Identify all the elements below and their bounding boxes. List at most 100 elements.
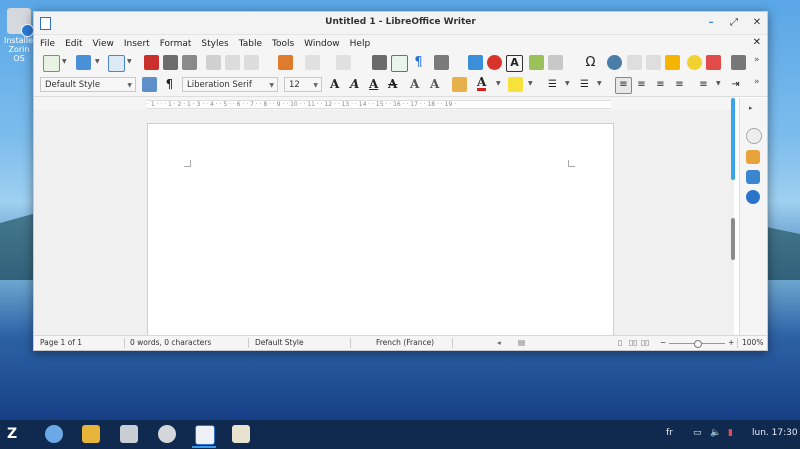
new-document-icon[interactable]: [43, 55, 60, 72]
menu-tools[interactable]: Tools: [267, 36, 299, 53]
superscript-icon[interactable]: A: [410, 77, 419, 91]
text-box-icon[interactable]: A: [506, 55, 523, 72]
document-modified-icon[interactable]: ▤: [518, 336, 525, 350]
justify-icon[interactable]: ≡: [672, 77, 687, 92]
endnote-icon[interactable]: [646, 55, 661, 70]
update-style-icon[interactable]: [142, 77, 157, 92]
numbered-dropdown-icon[interactable]: ▼: [597, 80, 602, 87]
zoom-slider-thumb[interactable]: [694, 340, 702, 348]
open-folder-icon[interactable]: [76, 55, 91, 70]
page-style[interactable]: Default Style: [255, 336, 304, 350]
numbered-list-icon[interactable]: ☰: [577, 77, 592, 92]
print-icon[interactable]: [163, 55, 178, 70]
copy-icon[interactable]: [225, 55, 240, 70]
insert-chart-icon[interactable]: [487, 55, 502, 70]
zoom-level[interactable]: 100%: [742, 336, 763, 350]
zorin-menu-icon[interactable]: Z: [7, 426, 17, 442]
bookmark-icon[interactable]: [665, 55, 680, 70]
menu-file[interactable]: File: [35, 36, 60, 53]
align-center-icon[interactable]: ≡: [634, 77, 649, 92]
zoom-slider[interactable]: [669, 340, 725, 348]
files-icon[interactable]: [120, 425, 138, 443]
clear-formatting-icon[interactable]: [452, 77, 467, 92]
subscript-icon[interactable]: A: [430, 77, 439, 91]
gallery-icon[interactable]: [746, 170, 760, 184]
vertical-scrollbar[interactable]: [731, 98, 737, 335]
redo-icon[interactable]: [336, 55, 351, 70]
word-count[interactable]: 0 words, 0 characters: [130, 336, 211, 350]
sidebar-menu-icon[interactable]: ▸: [749, 104, 753, 112]
document-page[interactable]: [147, 123, 614, 345]
special-character-icon[interactable]: Ω: [583, 55, 598, 70]
formatting-overflow-icon[interactable]: »: [754, 77, 760, 87]
insert-image-icon[interactable]: [468, 55, 483, 70]
insert-field-icon[interactable]: [548, 55, 563, 70]
new-dropdown-icon[interactable]: ▼: [62, 58, 67, 65]
save-icon[interactable]: [108, 55, 125, 72]
footnote-icon[interactable]: [627, 55, 642, 70]
settings-gear-icon[interactable]: [158, 425, 176, 443]
italic-icon[interactable]: A: [350, 77, 359, 91]
cut-icon[interactable]: [206, 55, 221, 70]
font-size-select[interactable]: 12 ▼: [284, 77, 322, 92]
menu-styles[interactable]: Styles: [196, 36, 233, 53]
writer-task-icon[interactable]: [195, 425, 215, 445]
highlight-dropdown-icon[interactable]: ▼: [528, 80, 533, 87]
multi-page-view-icon[interactable]: ▯▯: [629, 336, 637, 350]
mail-icon[interactable]: [82, 425, 100, 443]
font-color-icon[interactable]: A: [477, 76, 487, 91]
track-changes-icon[interactable]: [706, 55, 721, 70]
zoom-in-button[interactable]: +: [728, 336, 734, 350]
volume-icon[interactable]: 🔈: [710, 428, 721, 438]
bullet-dropdown-icon[interactable]: ▼: [565, 80, 570, 87]
notes-icon[interactable]: [232, 425, 250, 443]
bullet-list-icon[interactable]: ☰: [545, 77, 560, 92]
line-spacing-dropdown-icon[interactable]: ▼: [716, 80, 721, 87]
font-color-dropdown-icon[interactable]: ▼: [496, 80, 501, 87]
menu-help[interactable]: Help: [345, 36, 376, 53]
undo-icon[interactable]: [305, 55, 320, 70]
line-spacing-icon[interactable]: ≡: [696, 77, 711, 92]
align-right-icon[interactable]: ≡: [653, 77, 668, 92]
title-bar[interactable]: Untitled 1 - LibreOffice Writer – ⤢ ✕: [34, 12, 767, 35]
paste-icon[interactable]: [244, 55, 259, 70]
language-status[interactable]: French (France): [376, 336, 434, 350]
horizontal-ruler[interactable]: · 1 · · · 1 · 2 · 1 · 3 · · 4 · · 5 · · …: [34, 97, 734, 110]
scrollbar-thumb[interactable]: [731, 98, 735, 180]
font-name-select[interactable]: Liberation Serif ▼: [182, 77, 278, 92]
save-dropdown-icon[interactable]: ▼: [127, 58, 132, 65]
spelling-icon[interactable]: [391, 55, 408, 72]
clone-formatting-icon[interactable]: [278, 55, 293, 70]
properties-icon[interactable]: [746, 128, 762, 144]
strikethrough-icon[interactable]: A: [388, 77, 397, 91]
battery-icon[interactable]: ▮: [728, 428, 733, 438]
minimize-button[interactable]: –: [704, 16, 718, 30]
export-pdf-icon[interactable]: [144, 55, 159, 70]
desktop-installer-icon[interactable]: Installer Zorin OS: [4, 8, 36, 63]
display-icon[interactable]: ▭: [693, 428, 702, 438]
menu-insert[interactable]: Insert: [119, 36, 155, 53]
menu-edit[interactable]: Edit: [60, 36, 87, 53]
menu-table[interactable]: Table: [234, 36, 267, 53]
paragraph-style-select[interactable]: Default Style ▼: [40, 77, 136, 92]
toolbar-overflow-icon[interactable]: »: [754, 55, 760, 65]
book-view-icon[interactable]: ▯▯: [641, 336, 649, 350]
bold-icon[interactable]: A: [330, 77, 339, 91]
browser-icon[interactable]: [45, 425, 63, 443]
underline-icon[interactable]: A: [369, 77, 378, 91]
menu-format[interactable]: Format: [155, 36, 197, 53]
maximize-button[interactable]: ⤢: [727, 16, 741, 30]
open-dropdown-icon[interactable]: ▼: [95, 58, 100, 65]
menu-view[interactable]: View: [88, 36, 119, 53]
indent-icon[interactable]: ⇥: [728, 77, 743, 92]
comment-icon[interactable]: [687, 55, 702, 70]
new-style-icon[interactable]: ¶: [162, 77, 177, 92]
close-window-button[interactable]: ✕: [750, 16, 764, 30]
align-left-icon[interactable]: ≡: [615, 77, 632, 94]
single-page-view-icon[interactable]: ▯: [618, 336, 622, 350]
menu-window[interactable]: Window: [299, 36, 345, 53]
formatting-marks-icon[interactable]: ¶: [411, 55, 426, 70]
zoom-out-button[interactable]: −: [660, 336, 666, 350]
highlight-color-icon[interactable]: [508, 77, 523, 92]
insert-table-icon[interactable]: [434, 55, 449, 70]
